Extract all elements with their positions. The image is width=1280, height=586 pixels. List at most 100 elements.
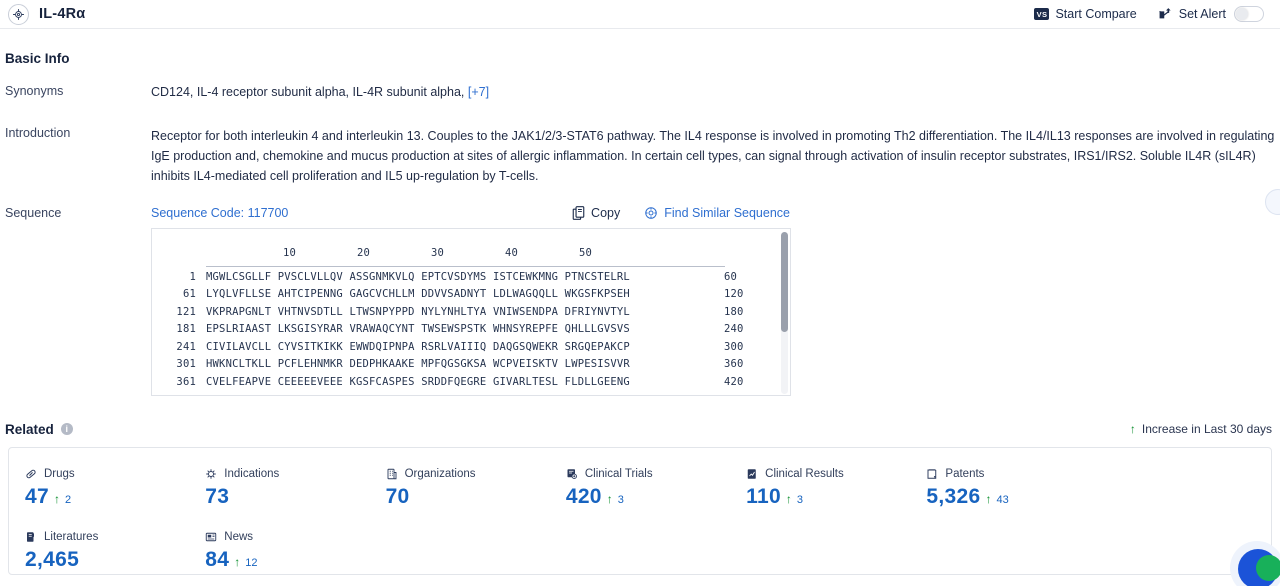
related-item-clinical-results[interactable]: Clinical Results 110 ↑ 3 (730, 468, 910, 509)
related-item-label: Drugs (44, 467, 75, 480)
ruler-tick: 30 (431, 246, 445, 259)
sequence-start-index: 1 (189, 270, 196, 283)
find-similar-sequence-button[interactable]: Find Similar Sequence (644, 206, 790, 220)
virus-icon (205, 468, 217, 480)
sequence-end-index: 240 (724, 323, 744, 335)
related-item-header: Drugs (25, 468, 189, 480)
related-item-label: Clinical Trials (584, 467, 653, 480)
sequence-row: Sequence Sequence Code: 117700 Copy Find… (0, 206, 1280, 396)
ruler-line (206, 265, 725, 267)
related-item-value: 110 (746, 484, 781, 508)
synonyms-label: Synonyms (5, 84, 64, 98)
sequence-end-index: 120 (724, 288, 744, 300)
related-item-value: 420 (565, 484, 602, 508)
related-item-value: 47 (25, 484, 49, 508)
related-item-indications[interactable]: Indications 73 (189, 468, 369, 509)
related-item-spacer (1091, 468, 1271, 509)
related-item-metrics: 47 ↑ 2 (25, 485, 189, 509)
sequence-line: 61 LYQLVFLLSE AHTCIPENNG GAGCVCHLLM DDVV… (152, 286, 790, 304)
related-item-metrics: 70 (386, 485, 550, 509)
set-alert-label: Set Alert (1178, 7, 1226, 21)
related-item-header: Literatures (25, 531, 189, 543)
related-item-header: Clinical Trials (566, 468, 730, 480)
sequence-scrollbar-thumb[interactable] (781, 231, 788, 332)
related-item-metrics: 2,465 (25, 548, 189, 572)
sequence-header: Sequence Code: 117700 Copy Find Similar … (151, 206, 1280, 220)
copy-sequence-button[interactable]: Copy (572, 206, 620, 220)
sequence-end-index: 60 (724, 270, 738, 283)
related-item-patents[interactable]: Patents 5,326 ↑ 43 (910, 468, 1090, 509)
sequence-label: Sequence (5, 205, 62, 220)
introduction-label: Introduction (5, 125, 71, 140)
brand: IL-4Rα (8, 3, 86, 25)
clinical-trial-icon (566, 468, 578, 480)
sequence-line: 241 CIVILAVCLL CYVSITKIKK EWWDQIPNPA RSR… (152, 339, 790, 357)
related-item-value: 70 (385, 484, 410, 508)
sequence-end-index: 300 (724, 340, 744, 353)
start-compare-label: Start Compare (1055, 7, 1137, 21)
sequence-line: 361 CVELFEAPVE CEEEEEVEEE KGSFCASPES SRD… (152, 374, 790, 392)
sequence-line: 181 EPSLRIAAST LKSGISYRAR VRAWAQCYNT TWS… (152, 321, 790, 339)
related-item-news[interactable]: News 84 ↑ 12 (189, 531, 369, 572)
assistant-status-dot (1256, 554, 1280, 581)
sequence-residues: HWKNCLTKLL PCFLEHNMKR DEDPHKAAKE MPFQGSG… (206, 358, 630, 370)
info-icon[interactable]: i (60, 423, 73, 435)
sequence-viewer[interactable]: 10 20 30 40 50 1 MGWLCSGLLF PVSCLVLLQV A… (151, 227, 791, 396)
related-item-label: Indications (224, 467, 280, 480)
up-arrow-icon: ↑ (234, 554, 241, 569)
synonyms-more-link[interactable]: [+7] (468, 85, 489, 99)
building-icon (386, 468, 398, 480)
main-content: Basic Info Synonyms CD124, IL-4 receptor… (0, 29, 1280, 586)
sequence-line: 301 HWKNCLTKLL PCFLEHNMKR DEDPHKAAKE MPF… (152, 356, 790, 374)
sequence-residues: EPSLRIAAST LKSGISYRAR VRAWAQCYNT TWSEWSP… (206, 323, 630, 335)
vs-badge-icon: VS (1034, 8, 1050, 20)
related-item-header: Organizations (386, 468, 550, 480)
related-item-label: Literatures (44, 530, 99, 543)
up-arrow-icon: ↑ (53, 491, 60, 506)
related-item-metrics: 73 (205, 485, 369, 509)
ruler-tick: 10 (283, 246, 297, 259)
patent-icon (926, 468, 938, 480)
related-item-label: Patents (945, 467, 985, 480)
increase-legend-label: Increase in Last 30 days (1141, 422, 1272, 436)
related-item-drugs[interactable]: Drugs 47 ↑ 2 (9, 468, 189, 509)
related-item-metrics: 84 ↑ 12 (205, 548, 369, 572)
up-arrow-icon: ↑ (785, 491, 792, 506)
sequence-scrollbar[interactable] (781, 231, 788, 394)
sequence-start-index: 241 (176, 340, 196, 353)
related-item-delta: 12 (245, 556, 258, 569)
app-header: IL-4Rα VS Start Compare Set Alert (0, 0, 1280, 29)
sequence-start-index: 361 (176, 375, 196, 388)
related-item-value: 2,465 (25, 547, 80, 571)
related-item-value: 73 (205, 484, 230, 508)
set-alert-control[interactable]: Set Alert (1158, 6, 1264, 22)
clinical-result-icon (746, 468, 758, 480)
set-alert-toggle[interactable] (1234, 6, 1264, 22)
sequence-end-index: 180 (724, 305, 744, 318)
sequence-end-index: 360 (724, 358, 744, 370)
page-title: IL-4Rα (39, 6, 86, 22)
related-item-literatures[interactable]: Literatures 2,465 (9, 531, 189, 572)
related-item-organizations[interactable]: Organizations 70 (370, 468, 550, 509)
related-item-header: Clinical Results (746, 468, 910, 480)
start-compare-button[interactable]: VS Start Compare (1034, 7, 1137, 21)
related-item-delta: 43 (996, 493, 1009, 506)
related-title: Related (5, 421, 54, 437)
sequence-start-index: 61 (182, 288, 196, 300)
sequence-line: 1 MGWLCSGLLF PVSCLVLLQV ASSGNMKVLQ EPTCV… (152, 269, 790, 287)
header-actions: VS Start Compare Set Alert (1034, 6, 1264, 22)
up-arrow-icon: ↑ (985, 491, 992, 506)
related-item-metrics: 110 ↑ 3 (746, 485, 910, 509)
increase-legend: ↑ Increase in Last 30 days (1130, 422, 1272, 436)
synonyms-value: CD124, IL-4 receptor subunit alpha, IL-4… (151, 84, 1280, 102)
sequence-content: 10 20 30 40 50 1 MGWLCSGLLF PVSCLVLLQV A… (152, 229, 790, 392)
target-icon (644, 206, 658, 220)
related-item-header: News (205, 531, 369, 543)
related-item-metrics: 420 ↑ 3 (566, 485, 730, 509)
related-item-clinical-trials[interactable]: Clinical Trials 420 ↑ 3 (550, 468, 730, 509)
related-item-delta: 3 (796, 493, 804, 506)
related-item-label: Organizations (404, 467, 476, 480)
introduction-value: Receptor for both interleukin 4 and inte… (151, 126, 1280, 186)
related-header: Related i ↑ Increase in Last 30 days (0, 422, 1280, 437)
sequence-code[interactable]: Sequence Code: 117700 (151, 206, 288, 220)
